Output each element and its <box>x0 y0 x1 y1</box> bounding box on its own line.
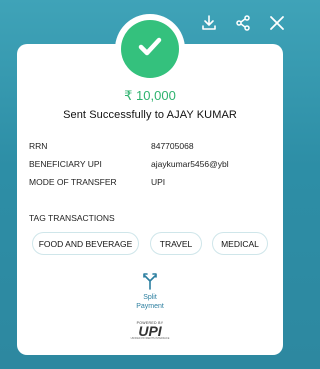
split-label-line1: Split <box>143 294 157 301</box>
success-message: Sent Successfully to AJAY KUMAR <box>63 109 237 121</box>
split-arrow-icon <box>128 272 172 290</box>
detail-value: UPI <box>151 177 166 187</box>
split-label-line2: Payment <box>136 303 164 310</box>
close-icon[interactable] <box>268 14 286 32</box>
share-icon[interactable] <box>234 14 252 32</box>
detail-value: 847705068 <box>151 141 194 151</box>
tag-medical[interactable]: MEDICAL <box>212 232 268 255</box>
download-icon[interactable] <box>200 14 218 32</box>
tag-travel[interactable]: TRAVEL <box>150 232 202 255</box>
detail-label: BENEFICIARY UPI <box>29 159 102 169</box>
upi-wordmark: UPI <box>138 323 162 339</box>
amount: ₹ 10,000 <box>124 88 176 103</box>
split-payment-button[interactable]: Split Payment <box>128 272 172 311</box>
upi-tagline: UNIFIED PAYMENTS INTERFACE <box>130 337 170 340</box>
tag-food-and-beverage[interactable]: FOOD AND BEVERAGE <box>32 232 139 255</box>
success-badge <box>121 20 179 78</box>
detail-label: RRN <box>29 141 48 151</box>
check-icon <box>135 32 165 67</box>
detail-label: MODE OF TRANSFER <box>29 177 117 187</box>
top-actions <box>200 14 286 32</box>
upi-logo: POWERED BY UPI UNIFIED PAYMENTS INTERFAC… <box>130 321 170 340</box>
tag-title: TAG TRANSACTIONS <box>29 213 115 223</box>
detail-value: ajaykumar5456@ybl <box>151 159 229 169</box>
